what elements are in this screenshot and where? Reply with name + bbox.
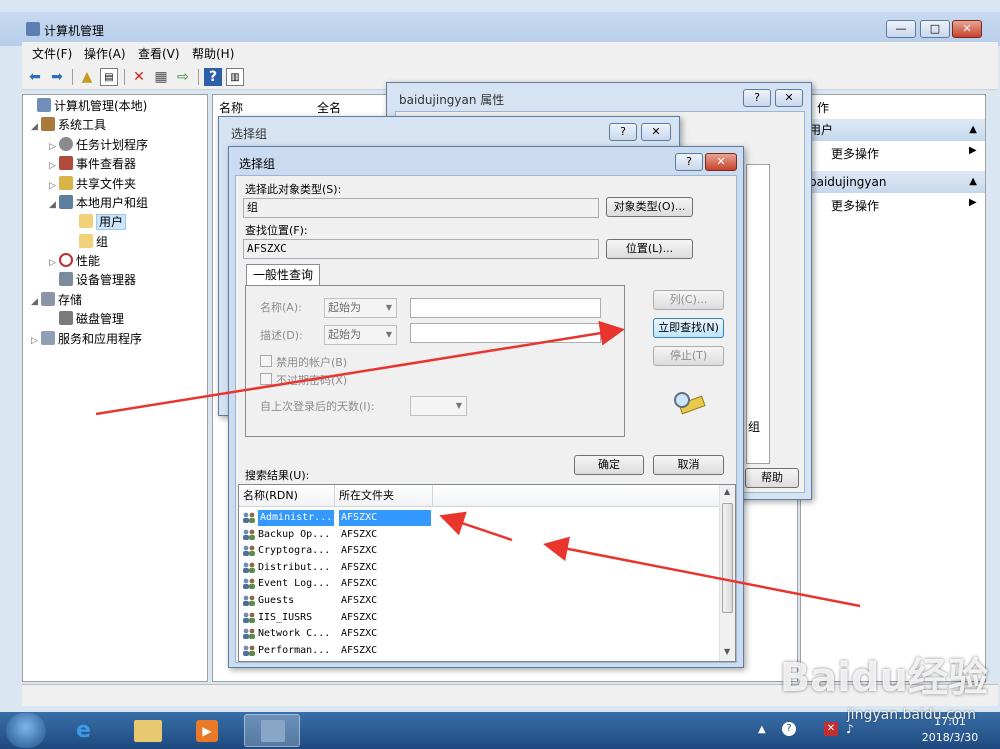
taskbar-media-player[interactable]: ▶ — [180, 714, 236, 747]
computer-management-icon — [261, 720, 285, 742]
taskbar-ie[interactable]: e — [60, 714, 116, 747]
tray-network-icon[interactable]: ✕ — [824, 722, 838, 736]
annotation-arrows — [95, 320, 861, 608]
arrow-to-administrators — [439, 511, 513, 542]
start-button[interactable] — [6, 713, 46, 748]
media-player-icon: ▶ — [196, 720, 218, 742]
taskbar-computer-management[interactable] — [244, 714, 300, 747]
tray-language-icon[interactable]: ▲ — [758, 724, 766, 735]
arrow-to-find-now — [95, 320, 625, 416]
baidu-watermark-logo: Baidu经验 — [779, 655, 988, 701]
clock-date[interactable]: 2018/3/30 — [912, 731, 988, 744]
tray-volume-icon[interactable]: ♪ — [846, 722, 854, 736]
ie-icon: e — [76, 718, 91, 743]
arrow-to-result-from-right — [543, 536, 861, 608]
tray-help-icon[interactable]: ? — [782, 722, 796, 736]
baidu-watermark-url: jingyan.baidu.com — [846, 707, 976, 723]
taskbar-explorer[interactable] — [120, 714, 176, 747]
folder-icon — [134, 720, 162, 742]
